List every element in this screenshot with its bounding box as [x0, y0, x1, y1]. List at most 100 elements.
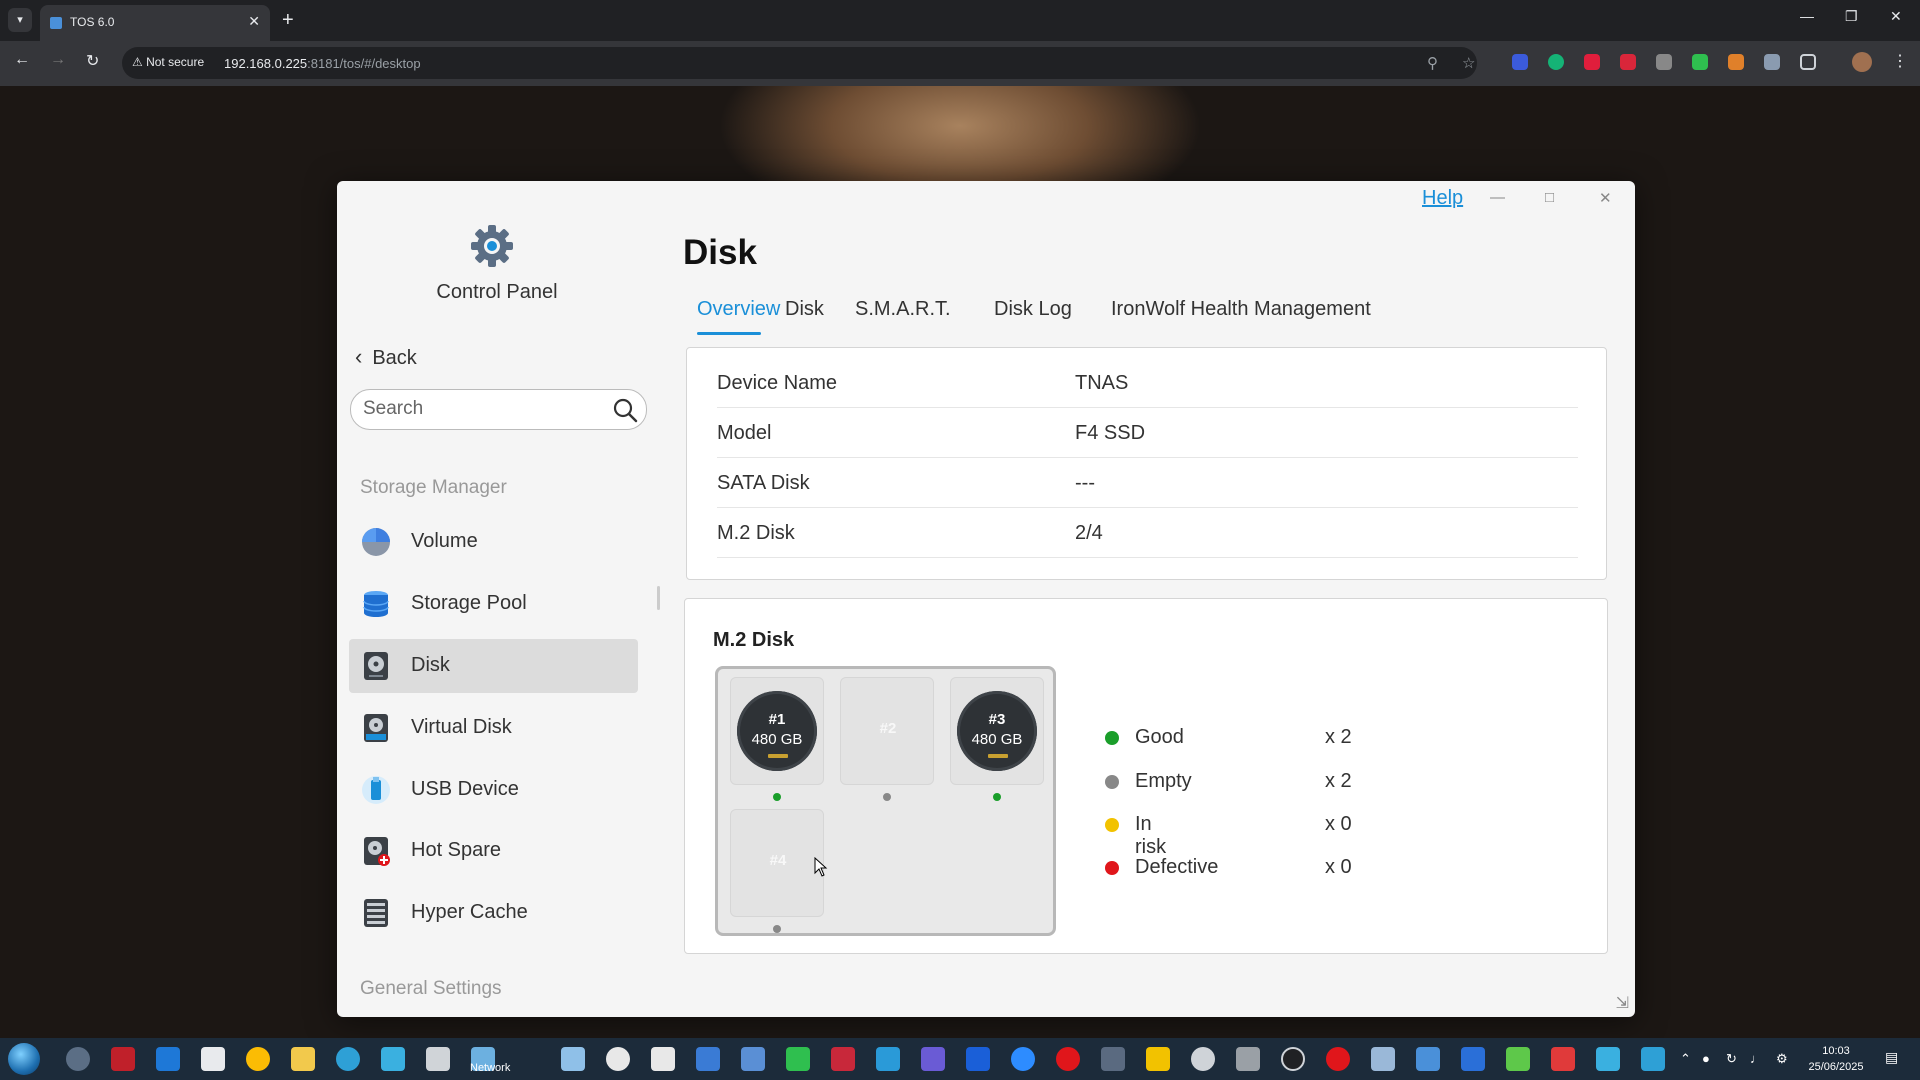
taskbar-app-23-icon[interactable]	[1101, 1047, 1125, 1071]
tray-volume-icon[interactable]: ♩	[1750, 1051, 1763, 1066]
taskbar-app-33-icon[interactable]	[1551, 1047, 1575, 1071]
taskbar-app-2-icon[interactable]	[111, 1047, 135, 1071]
not-secure-badge[interactable]: ⚠ Not secure	[132, 55, 204, 69]
new-tab-button[interactable]: +	[282, 8, 294, 32]
taskbar-app-15-icon[interactable]	[741, 1047, 765, 1071]
taskbar-app-35-icon[interactable]	[1641, 1047, 1665, 1071]
taskbar-app-17-icon[interactable]	[831, 1047, 855, 1071]
m2-slot-2[interactable]: #2	[840, 677, 934, 785]
taskbar-app-11-icon[interactable]	[561, 1047, 585, 1071]
tray-mic-icon[interactable]: ●	[1702, 1051, 1710, 1066]
taskbar-app-14-icon[interactable]	[696, 1047, 720, 1071]
window-resize-grip-icon[interactable]: ⇲	[1616, 993, 1629, 1013]
extensions-puzzle-icon[interactable]	[1800, 54, 1816, 70]
sidebar-item-hyper-cache[interactable]: Hyper Cache	[349, 886, 638, 940]
extension-1-icon[interactable]	[1512, 54, 1528, 70]
sidebar-item-hot-spare[interactable]: Hot Spare	[349, 824, 638, 878]
sidebar-item-label: Volume	[411, 530, 478, 552]
sidebar-item-storage-pool[interactable]: Storage Pool	[349, 577, 638, 631]
back-arrow-icon[interactable]: ←	[14, 51, 30, 69]
browser-restore-icon[interactable]: ❐	[1845, 8, 1858, 25]
tab-smart[interactable]: S.M.A.R.T.	[855, 298, 951, 321]
taskbar-app-16-icon[interactable]	[786, 1047, 810, 1071]
reload-icon[interactable]: ↻	[86, 51, 99, 71]
sidebar-item-usb-device[interactable]: USB Device	[349, 763, 638, 817]
tray-overflow-icon[interactable]: ⌃	[1680, 1051, 1691, 1067]
notification-center-icon[interactable]: ▤	[1885, 1049, 1898, 1066]
taskbar-app-3-icon[interactable]	[156, 1047, 180, 1071]
taskbar-clock[interactable]: 10:03 25/06/2025	[1800, 1043, 1872, 1075]
taskbar-app-18-icon[interactable]	[876, 1047, 900, 1071]
taskbar-file-explorer-icon[interactable]	[291, 1047, 315, 1071]
window-maximize-icon[interactable]: □	[1545, 189, 1554, 206]
slot-number: #4	[769, 852, 787, 869]
taskbar-app-24-icon[interactable]	[1146, 1047, 1170, 1071]
sidebar-item-disk[interactable]: Disk	[349, 639, 638, 693]
m2-slot-3[interactable]: #3 480 GB	[950, 677, 1044, 785]
tray-sync-icon[interactable]: ↻	[1726, 1051, 1737, 1067]
help-link[interactable]: Help	[1422, 187, 1463, 210]
tab-close-icon[interactable]: ✕	[248, 13, 260, 30]
zoom-icon[interactable]: ⚲	[1427, 54, 1438, 72]
extension-6-icon[interactable]	[1692, 54, 1708, 70]
m2-slot-1[interactable]: #1 480 GB	[730, 677, 824, 785]
sidebar-item-virtual-disk[interactable]: Virtual Disk	[349, 701, 638, 755]
taskbar-app-34-icon[interactable]	[1596, 1047, 1620, 1071]
tab-list-button[interactable]: ▾	[8, 8, 32, 32]
window-close-icon[interactable]: ✕	[1599, 189, 1612, 207]
start-button-icon[interactable]	[8, 1043, 40, 1075]
browser-tab[interactable]: TOS 6.0 ✕	[40, 5, 270, 41]
taskbar-search-app-icon[interactable]	[336, 1047, 360, 1071]
search-icon[interactable]	[612, 397, 638, 423]
info-value: ---	[1075, 472, 1095, 494]
taskbar-app-12-icon[interactable]	[606, 1047, 630, 1071]
adblock-extension-icon[interactable]	[1620, 54, 1636, 70]
app-title: Control Panel	[436, 281, 558, 303]
search-box[interactable]	[350, 389, 647, 430]
taskbar-teams-icon[interactable]	[921, 1047, 945, 1071]
taskbar-settings-icon[interactable]	[66, 1047, 90, 1071]
tab-disk[interactable]: Disk	[785, 298, 824, 321]
info-label: Model	[717, 422, 772, 444]
taskbar-app-20-icon[interactable]	[966, 1047, 990, 1071]
tab-disk-log[interactable]: Disk Log	[994, 298, 1072, 321]
grammarly-extension-icon[interactable]	[1548, 54, 1564, 70]
url-text[interactable]: 192.168.0.225:8181/tos/#/desktop	[224, 56, 421, 71]
profile-avatar[interactable]	[1852, 52, 1872, 72]
download-extension-icon[interactable]	[1656, 54, 1672, 70]
m2-slot-4[interactable]: #4	[730, 809, 824, 917]
search-input[interactable]	[363, 398, 603, 420]
taskbar-app-4-icon[interactable]	[201, 1047, 225, 1071]
sidebar-item-volume[interactable]: Volume	[349, 515, 638, 569]
address-bar[interactable]: ⚠ Not secure 192.168.0.225:8181/tos/#/de…	[122, 47, 1477, 79]
tab-overview[interactable]: Overview	[697, 298, 780, 335]
back-button[interactable]: ‹ Back	[355, 344, 417, 370]
taskbar-app-26-icon[interactable]	[1236, 1047, 1260, 1071]
taskbar-chrome-icon[interactable]	[246, 1047, 270, 1071]
forward-arrow-icon[interactable]: →	[50, 51, 66, 69]
taskbar-app-29-icon[interactable]	[1371, 1047, 1395, 1071]
taskbar-app-9-icon[interactable]	[426, 1047, 450, 1071]
bookmark-star-icon[interactable]: ☆	[1462, 54, 1475, 72]
extension-3-icon[interactable]	[1584, 54, 1600, 70]
window-minimize-icon[interactable]: —	[1490, 189, 1505, 206]
taskbar-app-8-icon[interactable]	[381, 1047, 405, 1071]
taskbar-clock-app-icon[interactable]	[1191, 1047, 1215, 1071]
sidebar-scroll-handle[interactable]	[657, 586, 660, 610]
taskbar-app-32-icon[interactable]	[1506, 1047, 1530, 1071]
taskbar-app-31-icon[interactable]	[1461, 1047, 1485, 1071]
extension-7-icon[interactable]	[1728, 54, 1744, 70]
browser-minimize-icon[interactable]: —	[1800, 8, 1814, 24]
tray-settings-icon[interactable]: ⚙	[1776, 1051, 1788, 1067]
extension-8-icon[interactable]	[1764, 54, 1780, 70]
taskbar-opera-icon[interactable]	[1326, 1047, 1350, 1071]
taskbar-calculator-icon[interactable]	[1416, 1047, 1440, 1071]
tab-ironwolf-health[interactable]: IronWolf Health Management	[1111, 298, 1371, 321]
browser-menu-icon[interactable]: ⋮	[1892, 51, 1908, 71]
taskbar-record-icon[interactable]	[1056, 1047, 1080, 1071]
taskbar-app-27-icon[interactable]	[1281, 1047, 1305, 1071]
taskbar-app-13-icon[interactable]	[651, 1047, 675, 1071]
control-panel-gear-icon	[471, 225, 513, 267]
taskbar-zoom-icon[interactable]	[1011, 1047, 1035, 1071]
browser-close-icon[interactable]: ✕	[1890, 8, 1902, 25]
